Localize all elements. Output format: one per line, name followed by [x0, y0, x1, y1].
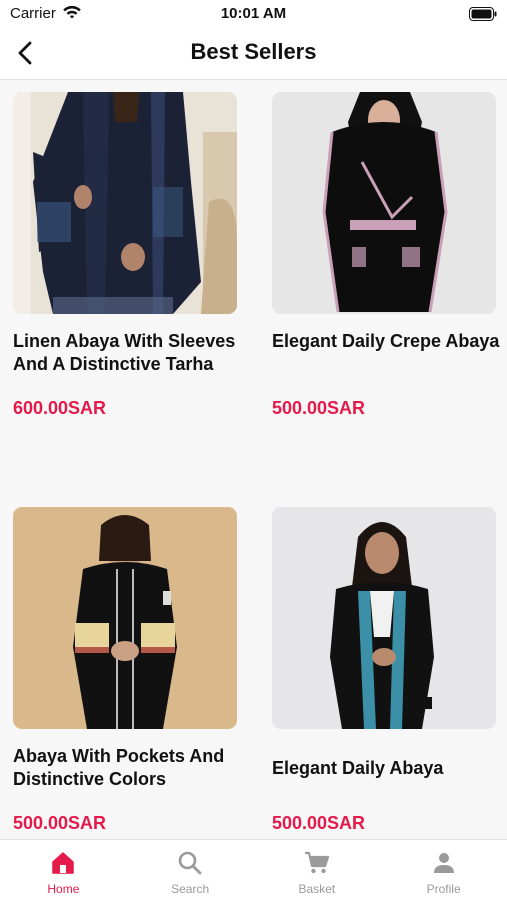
product-name: Elegant Daily Crepe Abaya: [272, 331, 500, 351]
profile-icon: [433, 853, 454, 873]
tab-home-label: Home: [47, 882, 80, 896]
tab-profile-label: Profile: [426, 882, 461, 896]
battery-icon: [469, 7, 497, 21]
product-price: 500.00SAR: [272, 813, 366, 833]
product-image[interactable]: [272, 92, 496, 314]
product-grid: Linen Abaya With Sleeves And A Distincti…: [0, 81, 507, 839]
tab-basket-label: Basket: [298, 882, 336, 896]
product-price: 500.00SAR: [272, 398, 366, 418]
product-price: 500.00SAR: [13, 813, 107, 833]
tab-search-label: Search: [171, 882, 210, 896]
product-image[interactable]: [13, 92, 237, 314]
product-image[interactable]: [272, 507, 496, 729]
product-name: Linen Abaya With Sleeves And A Distincti…: [13, 331, 236, 374]
product-image[interactable]: [13, 507, 237, 729]
product-name: Elegant Daily Abaya: [272, 758, 444, 778]
tab-search[interactable]: Search: [127, 840, 254, 900]
navigation-bar: Best Sellers: [0, 28, 507, 80]
product-price: 600.00SAR: [13, 398, 107, 418]
tab-bar: Home Search Basket Profile: [0, 839, 507, 900]
search-icon: [178, 851, 202, 875]
product-name: Abaya With Pockets And Distinctive Color…: [13, 746, 225, 789]
clock: 10:01 AM: [220, 5, 287, 22]
page-title: Best Sellers: [190, 39, 317, 64]
cart-icon: [304, 851, 329, 874]
home-icon: [52, 852, 75, 874]
tab-home[interactable]: Home: [0, 840, 127, 900]
tab-basket[interactable]: Basket: [254, 840, 381, 900]
tab-profile[interactable]: Profile: [380, 840, 507, 900]
status-bar: Carrier 10:01 AM: [0, 0, 507, 28]
